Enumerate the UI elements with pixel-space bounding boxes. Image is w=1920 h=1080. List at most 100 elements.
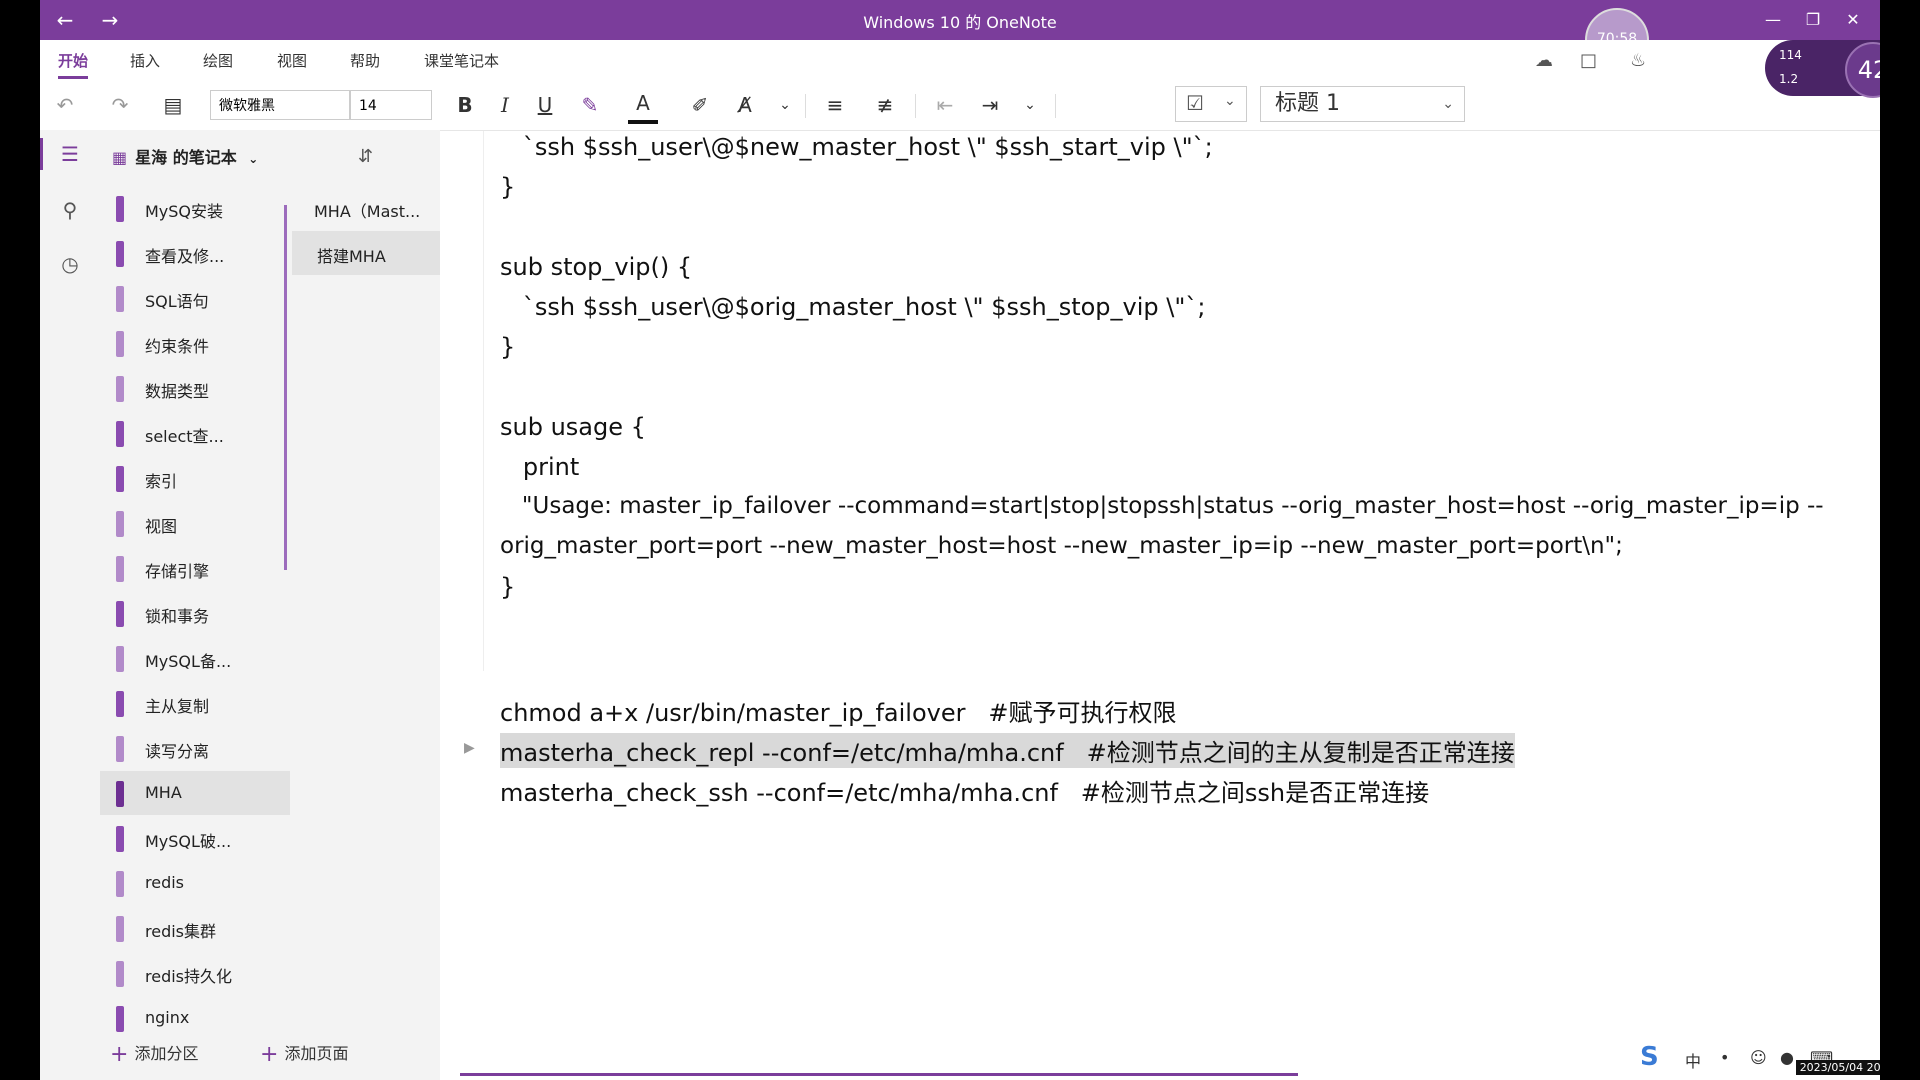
section-label: 视图	[145, 517, 178, 536]
undo-icon[interactable]: ↶	[50, 90, 80, 120]
underline-button[interactable]: U	[530, 90, 560, 120]
section-label: redis集群	[145, 922, 217, 941]
sync-icon[interactable]: ☁	[1535, 50, 1553, 71]
clear-format-icon[interactable]: A̸	[730, 90, 760, 120]
add-page-button[interactable]: + 添加页面	[260, 1040, 440, 1067]
section-item[interactable]: 视图	[100, 501, 290, 545]
section-item[interactable]: 数据类型	[100, 366, 290, 410]
section-item[interactable]: nginx	[100, 996, 290, 1040]
tab-home[interactable]: 开始	[58, 50, 89, 79]
code-line[interactable]: sub stop_vip() {	[500, 253, 692, 281]
section-label: 查看及修...	[145, 247, 225, 266]
code-line[interactable]: }	[500, 173, 515, 201]
section-item[interactable]: MySQL备...	[100, 636, 290, 680]
paragraph-handle-icon[interactable]: ▶	[464, 740, 475, 756]
punctuation-icon[interactable]: •	[1720, 1048, 1729, 1067]
page-label: 搭建MHA	[317, 247, 386, 266]
notebook-selector[interactable]: ▦ 星海 的笔记本 ⌄	[112, 140, 382, 176]
redo-icon[interactable]: ↷	[105, 90, 135, 120]
chevron-down-icon: ⌄	[1224, 93, 1236, 109]
tab-view[interactable]: 视图	[277, 50, 307, 71]
notebooks-icon[interactable]: ☰	[56, 142, 84, 170]
code-line[interactable]: `ssh $ssh_user\@$new_master_host \" $ssh…	[500, 133, 1213, 161]
chevron-down-icon[interactable]: ⌄	[1020, 90, 1040, 120]
notebook-name: 星海 的笔记本	[135, 148, 237, 167]
add-section-label: 添加分区	[134, 1044, 199, 1063]
canvas-horizontal-scrollbar[interactable]	[460, 1073, 1298, 1076]
section-item[interactable]: 主从复制	[100, 681, 290, 725]
section-item[interactable]: 查看及修...	[100, 231, 290, 275]
clipboard-icon[interactable]: ▤	[158, 90, 188, 120]
emoji-icon[interactable]: ☺	[1750, 1048, 1767, 1067]
notebook-icon: ▦	[112, 148, 128, 167]
section-item[interactable]: MySQL破...	[100, 816, 290, 860]
section-label: select查...	[145, 427, 224, 446]
font-family-select[interactable]: 微软雅黑	[210, 90, 350, 120]
heading-style-select[interactable]: 标题 1 ⌄	[1260, 86, 1465, 122]
section-label: redis	[145, 873, 185, 892]
section-item[interactable]: redis	[100, 861, 290, 905]
recent-clock-icon[interactable]: ◷	[56, 252, 84, 280]
ime-mode[interactable]: 中	[1685, 1048, 1701, 1072]
page-item[interactable]: 搭建MHA	[292, 231, 440, 275]
sogou-icon[interactable]: S	[1640, 1042, 1659, 1072]
tab-help[interactable]: 帮助	[350, 50, 380, 71]
notebook-icon[interactable]: □	[1580, 50, 1597, 71]
page-label: MHA（Mast...	[314, 202, 421, 221]
tab-insert[interactable]: 插入	[130, 50, 160, 71]
plus-icon: +	[110, 1042, 129, 1067]
outdent-icon[interactable]: ⇤	[930, 90, 960, 120]
section-item[interactable]: select查...	[100, 411, 290, 455]
minimize-button[interactable]: —	[1755, 6, 1791, 34]
numbered-list-icon[interactable]: ≢	[870, 90, 900, 120]
format-painter-icon[interactable]: ✐	[685, 90, 715, 120]
section-label: MySQL破...	[145, 832, 232, 851]
taskbar-clock: 2023/05/04 20:55:14	[1795, 1060, 1880, 1075]
bullet-list-icon[interactable]: ≡	[820, 90, 850, 120]
section-item[interactable]: MySQ安装	[100, 186, 290, 230]
code-line[interactable]: }	[500, 333, 515, 361]
section-item[interactable]: SQL语句	[100, 276, 290, 320]
code-line[interactable]: `ssh $ssh_user\@$orig_master_host \" $ss…	[500, 293, 1206, 321]
sort-icon[interactable]: ⇵	[358, 146, 373, 167]
code-line[interactable]: orig_master_port=port --new_master_host=…	[500, 533, 1623, 559]
code-line-selected[interactable]: masterha_check_repl --conf=/etc/mha/mha.…	[500, 733, 1515, 768]
section-item[interactable]: 存储引擎	[100, 546, 290, 590]
section-item[interactable]: 约束条件	[100, 321, 290, 365]
code-line[interactable]: masterha_check_ssh --conf=/etc/mha/mha.c…	[500, 773, 1429, 808]
microphone-icon[interactable]: ●	[1780, 1048, 1794, 1067]
section-label: 索引	[145, 472, 178, 491]
code-line[interactable]: }	[500, 573, 515, 601]
section-item[interactable]: redis集群	[100, 906, 290, 950]
section-item[interactable]: redis持久化	[100, 951, 290, 995]
upload-speed: 114	[1779, 48, 1802, 62]
sections-scrollbar[interactable]	[284, 205, 287, 570]
code-line[interactable]: "Usage: master_ip_failover --command=sta…	[500, 493, 1824, 519]
search-icon[interactable]: ⚲	[56, 198, 84, 226]
page-item[interactable]: MHA（Mast...	[292, 186, 440, 230]
tab-draw[interactable]: 绘图	[203, 50, 233, 71]
section-item[interactable]: MHA	[100, 771, 290, 815]
bell-icon[interactable]: ♨	[1630, 50, 1646, 71]
section-item[interactable]: 锁和事务	[100, 591, 290, 635]
tab-class-notebook[interactable]: 课堂笔记本	[424, 50, 499, 71]
code-line[interactable]: chmod a+x /usr/bin/master_ip_failover #赋…	[500, 693, 1176, 728]
indent-icon[interactable]: ⇥	[975, 90, 1005, 120]
font-color-icon[interactable]: A	[628, 90, 658, 124]
italic-button[interactable]: I	[490, 90, 520, 120]
code-line[interactable]: sub usage {	[500, 413, 646, 441]
highlighter-icon[interactable]: ✎	[575, 90, 605, 120]
network-speed-widget: 114 1.2 42	[1765, 40, 1880, 98]
code-line[interactable]: print	[500, 453, 579, 481]
section-item[interactable]: 索引	[100, 456, 290, 500]
bold-button[interactable]: B	[450, 90, 480, 120]
chevron-down-icon[interactable]: ⌄	[775, 90, 795, 120]
download-speed: 1.2	[1779, 72, 1799, 86]
close-button[interactable]: ✕	[1835, 6, 1871, 34]
section-item[interactable]: 读写分离	[100, 726, 290, 770]
restore-button[interactable]: ❐	[1795, 6, 1831, 34]
font-size-select[interactable]: 14	[350, 90, 432, 120]
navigation-rail: ☰ ⚲ ◷	[40, 130, 100, 1080]
todo-tag-select[interactable]: ☑ ⌄	[1175, 86, 1247, 122]
section-label: 主从复制	[145, 697, 210, 716]
